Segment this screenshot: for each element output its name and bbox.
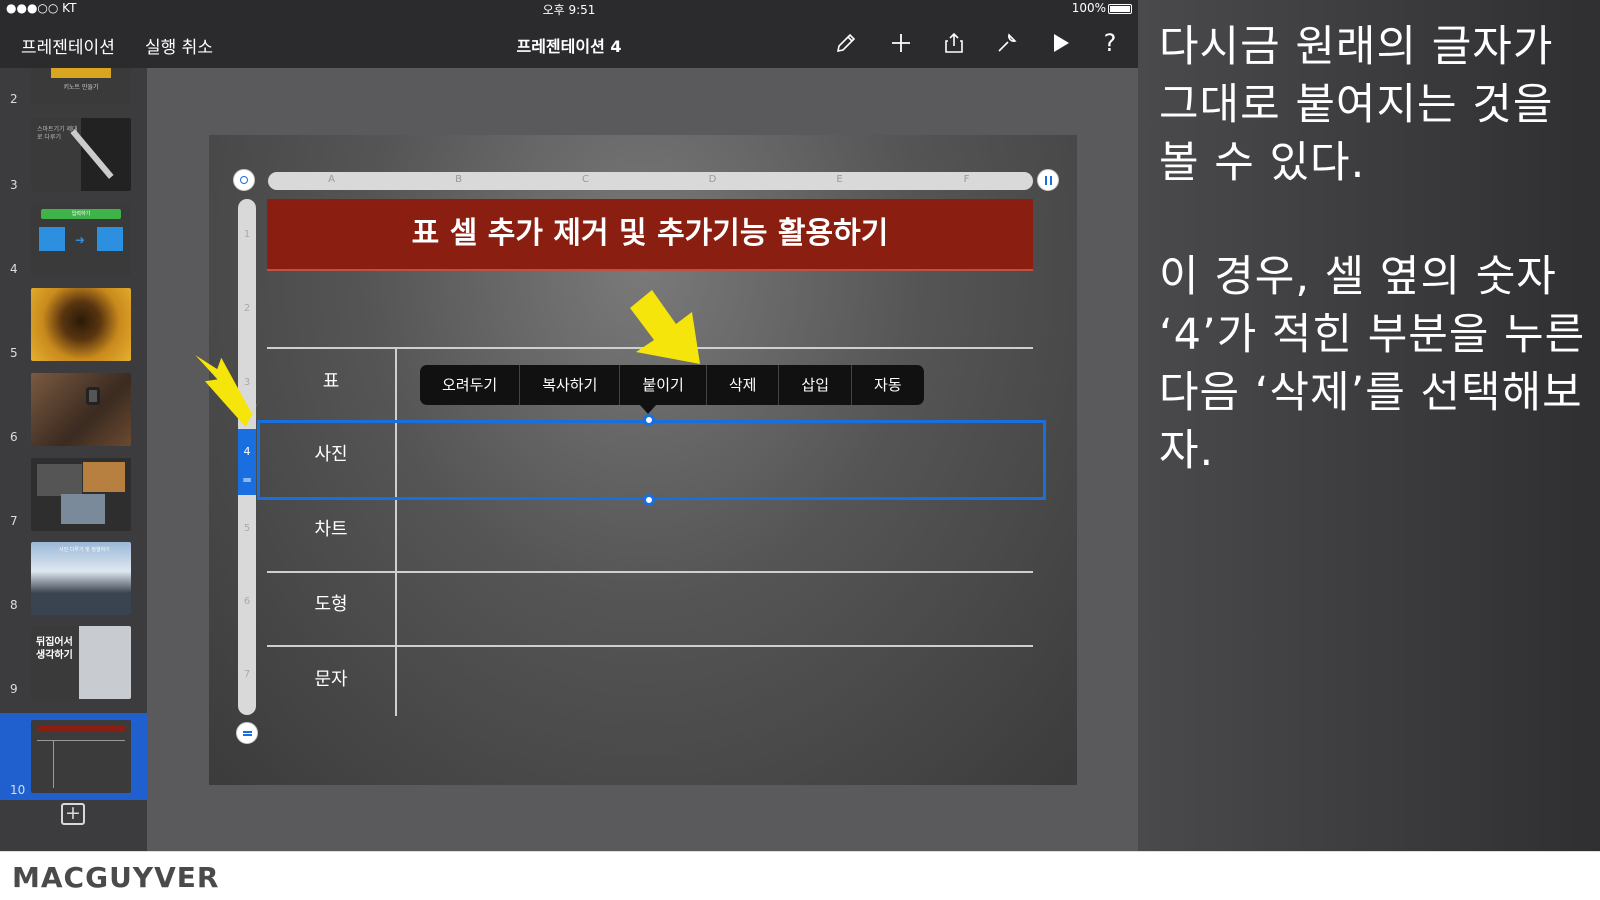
battery-percent: 100% [1071, 1, 1106, 15]
slide-number: 5 [10, 346, 18, 360]
column-label[interactable]: C [522, 174, 649, 185]
slide-thumb-6[interactable] [31, 373, 131, 446]
context-menu-pointer [640, 405, 656, 414]
row-label[interactable]: 5 [238, 523, 256, 534]
column-divider [395, 348, 397, 716]
slide-number: 6 [10, 430, 18, 444]
row-label-cell[interactable]: 도형 [267, 590, 395, 616]
footer: MACGUYVER [0, 851, 1600, 900]
slide-number: 8 [10, 598, 18, 612]
column-label[interactable]: A [268, 174, 395, 185]
row-label-cell[interactable]: 문자 [267, 665, 395, 691]
table-select-handle[interactable] [233, 169, 255, 191]
battery-icon [1108, 4, 1132, 14]
help-icon[interactable]: ? [1095, 28, 1125, 58]
row-label[interactable]: 1 [238, 229, 256, 240]
clock: 오후 9:51 [542, 3, 596, 17]
share-icon[interactable] [939, 28, 969, 58]
row-label-cell[interactable]: 차트 [267, 515, 395, 541]
pointer-arrow-icon [195, 355, 262, 427]
brand-logo: MACGUYVER [12, 861, 220, 894]
slide-number: 9 [10, 682, 18, 696]
plus-icon[interactable] [886, 28, 916, 58]
slide-number: 3 [10, 178, 18, 192]
slide-navigator: 키노트 만들기 2 스마트기기 제대로 다루기 3 입력하기 ➜ 4 5 6 7… [0, 68, 147, 851]
column-label[interactable]: F [903, 174, 1030, 185]
selection-handle-top[interactable] [643, 414, 655, 426]
keynote-app: ●●●○○ KT 오후 9:51 100% 프레젠테이션 실행 취소 프레젠테이… [0, 0, 1138, 851]
column-label[interactable]: E [776, 174, 903, 185]
selection-handle-bottom[interactable] [643, 494, 655, 506]
table-divider [267, 571, 1033, 573]
menu-cut[interactable]: 오려두기 [420, 365, 521, 405]
wrench-icon[interactable] [992, 28, 1022, 58]
slide-thumb-2[interactable]: 키노트 만들기 [31, 68, 131, 105]
add-column-handle[interactable] [1037, 169, 1059, 191]
slide-thumb-10[interactable] [31, 720, 131, 793]
row-label[interactable]: 2 [238, 303, 256, 314]
slide-number: 7 [10, 514, 18, 528]
table-title-cell[interactable]: 표 셀 추가 제거 및 추가기능 활용하기 [267, 199, 1033, 271]
slide-canvas[interactable]: A B C D E F 1 2 3 4 ═ 5 6 7 표 셀 추가 제거 및 … [209, 135, 1077, 785]
slide-number: 10 [10, 783, 26, 797]
row-header-bar[interactable]: 1 2 3 4 ═ 5 6 7 [238, 199, 256, 715]
column-header-bar[interactable]: A B C D E F [268, 172, 1033, 190]
row-label[interactable]: 6 [238, 596, 256, 607]
instruction-text-2: 이 경우, 셀 옆의 숫자 ‘4’가 적힌 부분을 누른 다음 ‘삭제’를 선택… [1159, 252, 1586, 476]
column-label[interactable]: B [395, 174, 522, 185]
menu-copy[interactable]: 복사하기 [520, 365, 621, 405]
slide-number: 4 [10, 262, 18, 276]
slide-thumb-9[interactable]: 뒤집어서 생각하기 [31, 626, 131, 699]
brush-icon[interactable] [831, 28, 861, 58]
add-slide-button[interactable]: + [61, 803, 85, 825]
slide-thumb-7[interactable] [31, 458, 131, 531]
table-divider [267, 645, 1033, 647]
slide-thumb-8[interactable]: 사진 다루기 및 정렬하기 [31, 542, 131, 615]
menu-auto[interactable]: 자동 [852, 365, 924, 405]
add-row-handle[interactable] [236, 722, 258, 744]
menu-insert[interactable]: 삽입 [779, 365, 853, 405]
row-label-cell[interactable]: 표 [267, 367, 395, 393]
row-label[interactable]: 7 [238, 669, 256, 680]
play-icon[interactable] [1045, 28, 1075, 58]
selected-row-outline [257, 420, 1046, 500]
instruction-panel: 다시금 원래의 글자가 그대로 붙여지는 것을 볼 수 있다. 이 경우, 셀 … [1138, 0, 1600, 851]
toolbar: 프레젠테이션 실행 취소 프레젠테이션 4 ? [0, 18, 1138, 68]
slide-thumb-3[interactable]: 스마트기기 제대로 다루기 [31, 118, 131, 191]
column-label[interactable]: D [649, 174, 776, 185]
instruction-text-1: 다시금 원래의 글자가 그대로 붙여지는 것을 볼 수 있다. [1159, 22, 1554, 188]
status-bar: ●●●○○ KT 오후 9:51 100% [0, 0, 1138, 18]
pointer-arrow-icon [630, 290, 700, 364]
slide-thumb-4[interactable]: 입력하기 ➜ [31, 203, 131, 276]
slide-number: 2 [10, 92, 18, 106]
slide-thumb-5[interactable] [31, 288, 131, 361]
